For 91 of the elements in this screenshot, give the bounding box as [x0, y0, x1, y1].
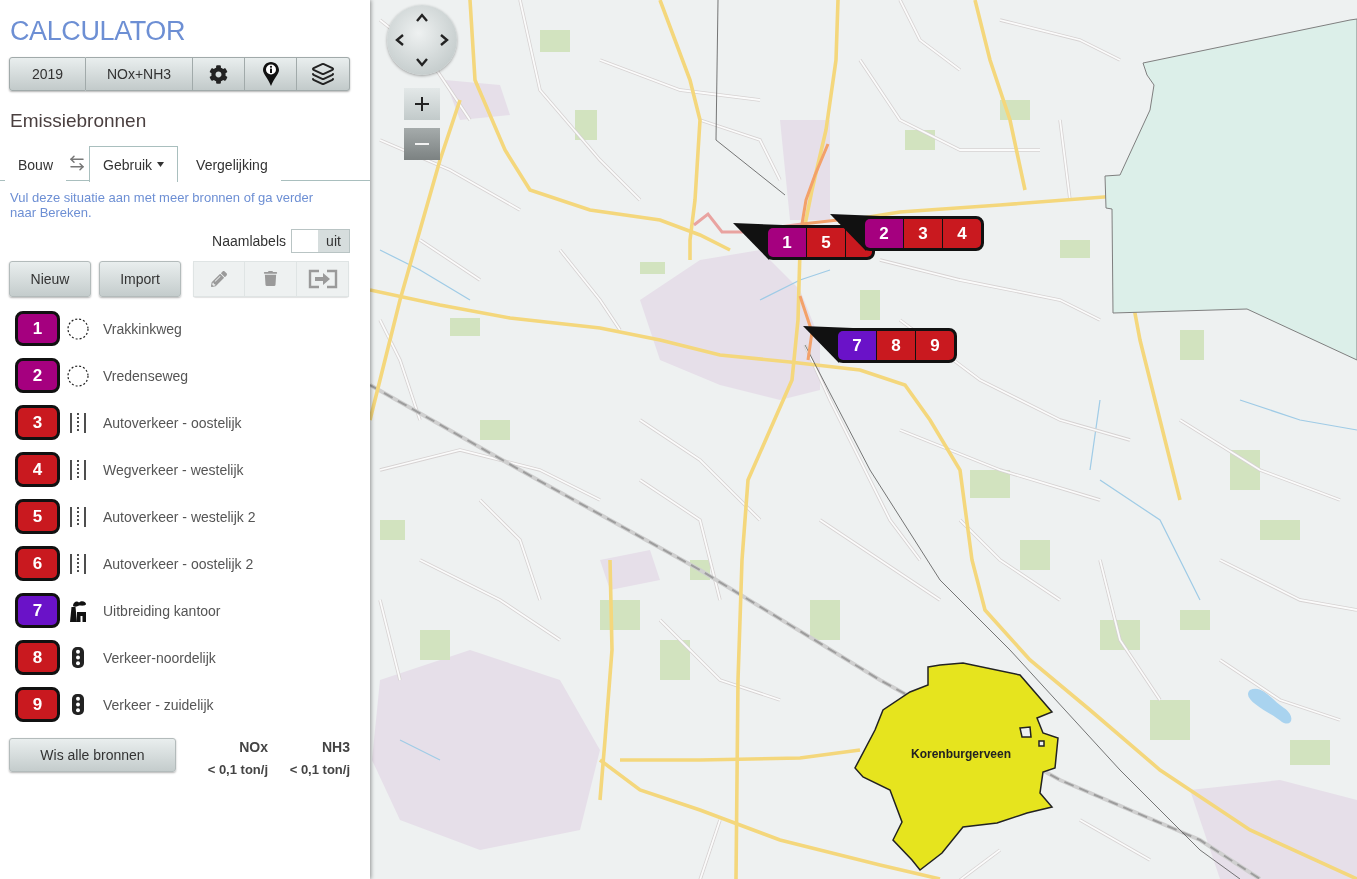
factory-icon — [69, 599, 87, 622]
swap-arrows-icon[interactable] — [68, 154, 87, 172]
lake — [1248, 688, 1292, 724]
pan-control[interactable] — [387, 5, 457, 75]
woodland-patch — [1260, 520, 1300, 540]
dashed-circle-icon — [67, 364, 89, 387]
source-number-label[interactable]: 3 — [15, 405, 60, 440]
woodland-patch — [660, 640, 690, 680]
toolbar-button[interactable]: NOx+NH3 — [86, 57, 193, 91]
source-number-label[interactable]: 5 — [15, 499, 60, 534]
woodland-patch — [600, 600, 640, 630]
woodland-patch — [810, 600, 840, 640]
road-lines-icon — [70, 506, 86, 527]
zoom-out-button[interactable] — [404, 128, 440, 160]
source-number-label[interactable]: 8 — [15, 640, 60, 675]
hint-text: Vul deze situatie aan met meer bronnen of ga verder naar Bereken. — [10, 190, 315, 220]
traffic-light-icon — [72, 647, 84, 668]
woodland-patch — [1150, 700, 1190, 740]
dashed-circle-icon — [67, 317, 89, 340]
marker-source-label: 3 — [904, 219, 942, 248]
source-name[interactable]: Vredenseweg — [103, 367, 189, 384]
layers-button[interactable] — [297, 57, 350, 91]
woodland-patch — [970, 470, 1010, 498]
source-name[interactable]: Autoverkeer - westelijk 2 — [103, 508, 256, 525]
town-area — [600, 550, 660, 590]
source-name[interactable]: Verkeer-noordelijk — [103, 649, 216, 666]
minus-icon — [415, 143, 429, 145]
gear-icon — [209, 64, 228, 84]
plus-icon — [415, 97, 429, 111]
source-number-label[interactable]: 2 — [15, 358, 60, 393]
woodland-patch — [380, 520, 405, 540]
export-icon — [307, 268, 338, 289]
woodland-patch — [480, 420, 510, 440]
zoom-in-button[interactable] — [404, 88, 440, 120]
source-number-label[interactable]: 6 — [15, 546, 60, 581]
marker-source-label: 8 — [877, 331, 915, 360]
total-value: < 0,1 ton/j — [207, 761, 268, 778]
town-area — [445, 80, 510, 120]
source-number-label[interactable]: 1 — [15, 311, 60, 346]
settings-button[interactable] — [193, 57, 245, 91]
road-lines-icon — [70, 553, 86, 574]
layers-icon — [311, 62, 335, 86]
marker-source-label: 4 — [943, 219, 981, 248]
info-pin-button[interactable] — [245, 57, 297, 91]
source-name[interactable]: Vrakkinkweg — [103, 320, 182, 337]
clear-all-button[interactable]: Wis alle bronnen — [9, 738, 176, 772]
woodland-patch — [1100, 620, 1140, 650]
road-lines-icon — [70, 412, 86, 433]
action-button[interactable]: Import — [99, 260, 181, 297]
name-labels-toggle[interactable]: uit — [291, 229, 350, 253]
marker-source-label: 9 — [916, 331, 954, 360]
total-value: < 0,1 ton/j — [289, 761, 350, 778]
map-pin-icon — [262, 62, 279, 86]
section-heading: Emissiebronnen — [10, 109, 147, 133]
woodland-patch — [420, 630, 450, 660]
source-name[interactable]: Autoverkeer - oostelijk — [103, 414, 242, 431]
woodland-patch — [1180, 330, 1204, 360]
action-button[interactable]: Nieuw — [9, 260, 91, 297]
woodland-patch — [1290, 740, 1330, 765]
trash-icon — [263, 271, 278, 286]
route-line — [798, 295, 814, 361]
pencil-icon — [211, 270, 227, 287]
woodland-patch — [640, 262, 665, 274]
marker-source-label: 7 — [838, 331, 876, 360]
marker-source-label: 1 — [768, 228, 806, 257]
source-number-label[interactable]: 9 — [15, 687, 60, 722]
woodland-patch — [860, 290, 880, 320]
toggle-label: Naamlabels — [212, 233, 286, 249]
source-name[interactable]: Verkeer - zuidelijk — [103, 696, 214, 713]
tab[interactable]: Gebruik — [89, 146, 179, 182]
total-label: NOx — [239, 738, 268, 756]
area-label: Korenburgerveen — [911, 747, 1012, 761]
app-title: CALCULATOR — [10, 15, 186, 47]
marker-source-label: 5 — [807, 228, 845, 257]
source-name[interactable]: Autoverkeer - oostelijk 2 — [103, 555, 254, 572]
woodland-patch — [1180, 610, 1210, 630]
road-lines-icon — [70, 459, 86, 480]
source-number-label[interactable]: 7 — [15, 593, 60, 628]
woodland-patch — [1020, 540, 1050, 570]
toolbar-button[interactable]: 2019 — [9, 57, 86, 91]
source-number-label[interactable]: 4 — [15, 452, 60, 487]
total-label: NH3 — [322, 738, 350, 756]
source-name[interactable]: Uitbreiding kantoor — [103, 602, 221, 619]
source-name[interactable]: Wegverkeer - westelijk — [103, 461, 244, 478]
marker-source-label: 2 — [865, 219, 903, 248]
woodland-patch — [575, 110, 597, 140]
woodland-patch — [540, 30, 570, 52]
woodland-patch — [1060, 240, 1090, 258]
woodland-patch — [450, 318, 480, 336]
woodland-patch — [1230, 450, 1260, 490]
traffic-light-icon — [72, 694, 84, 715]
